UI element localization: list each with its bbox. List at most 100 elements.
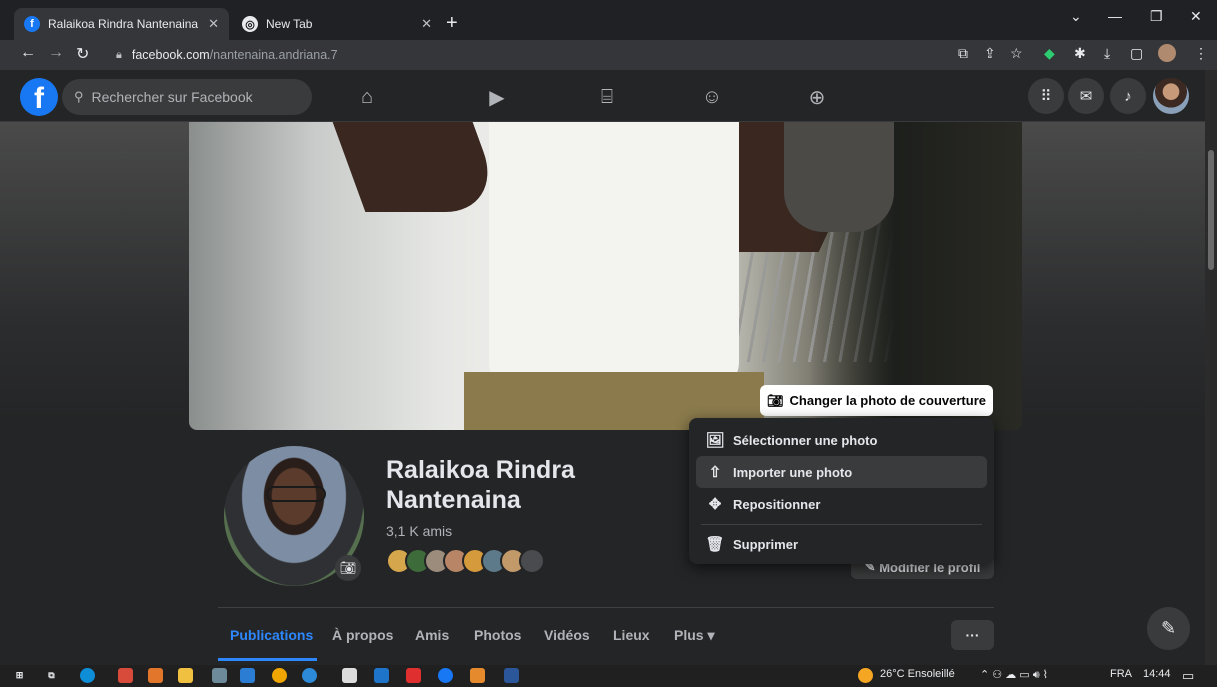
cover-arm bbox=[332, 122, 506, 212]
tab-about[interactable]: À propos bbox=[332, 627, 393, 643]
reload-icon[interactable]: ↻ bbox=[76, 44, 89, 64]
back-icon[interactable]: ← bbox=[20, 44, 36, 62]
file-explorer-icon[interactable] bbox=[178, 668, 193, 683]
cover-bag bbox=[784, 122, 894, 232]
url-path: /nantenaina.andriana.7 bbox=[209, 48, 338, 62]
menu-item-label: Sélectionner une photo bbox=[733, 432, 878, 448]
url-field[interactable]: 🔒︎ facebook.com /nantenaina.andriana.7 bbox=[110, 43, 940, 67]
tab-friends[interactable]: Amis bbox=[415, 627, 449, 643]
update-profile-picture-camera-icon[interactable]: 📷︎ bbox=[335, 555, 361, 581]
search-placeholder: Rechercher sur Facebook bbox=[91, 89, 253, 105]
chrome-menu-icon[interactable]: ⋮ bbox=[1194, 45, 1208, 62]
forward-icon[interactable]: → bbox=[48, 44, 64, 62]
tab-title: New Tab bbox=[266, 17, 313, 31]
search-icon: ⚲ bbox=[74, 89, 84, 104]
new-message-icon[interactable]: ✎ bbox=[1147, 607, 1190, 650]
download-icon[interactable]: ⤓ bbox=[1104, 45, 1110, 62]
app-icon[interactable] bbox=[118, 668, 133, 683]
move-icon: ✥ bbox=[708, 496, 722, 513]
change-cover-button[interactable]: 📷︎ Changer la photo de couverture bbox=[760, 385, 993, 416]
app-icon[interactable] bbox=[148, 668, 163, 683]
watch-icon[interactable]: ▶ bbox=[483, 84, 511, 110]
chrome-taskbar-icon[interactable] bbox=[272, 668, 287, 683]
profile-avatar-icon[interactable] bbox=[1158, 44, 1176, 62]
menu-item-label: Supprimer bbox=[733, 536, 799, 552]
account-avatar[interactable] bbox=[1153, 78, 1189, 114]
messenger-icon[interactable]: ✉ bbox=[1068, 78, 1104, 114]
active-tab-indicator bbox=[218, 658, 317, 661]
notifications-bell-icon[interactable]: ♪ bbox=[1110, 78, 1146, 114]
menu-item-upload-photo[interactable]: ⇧ Importer une photo bbox=[696, 456, 987, 488]
friend-avatar[interactable] bbox=[519, 548, 545, 574]
maximize-button[interactable]: ❐ bbox=[1150, 8, 1163, 25]
menu-item-label: Repositionner bbox=[733, 496, 821, 512]
tab-title: Ralaikoa Rindra Nantenaina | Fac bbox=[48, 17, 202, 31]
task-view-icon[interactable]: ⧉ bbox=[44, 668, 59, 683]
app-icon[interactable] bbox=[212, 668, 227, 683]
weather-text[interactable]: 26°C Ensoleillé bbox=[880, 668, 955, 680]
change-cover-label: Changer la photo de couverture bbox=[789, 393, 986, 408]
windows-start-icon[interactable]: ⊞ bbox=[12, 668, 27, 683]
bookmark-star-icon[interactable]: ☆ bbox=[1010, 45, 1023, 62]
page-scrollbar[interactable] bbox=[1205, 70, 1217, 665]
search-input[interactable]: ⚲ Rechercher sur Facebook bbox=[62, 79, 312, 115]
menu-grid-icon[interactable]: ⠿ bbox=[1028, 78, 1064, 114]
app-icon[interactable] bbox=[470, 668, 485, 683]
more-options-button[interactable]: ··· bbox=[951, 620, 994, 650]
weather-sun-icon[interactable] bbox=[858, 668, 873, 683]
browser-tab-newtab[interactable]: ◎ New Tab ✕ bbox=[232, 8, 442, 40]
tab-more[interactable]: Plus ▾ bbox=[674, 627, 714, 644]
notification-center-icon[interactable]: ▭ bbox=[1182, 668, 1194, 684]
share-icon[interactable]: ⇪ bbox=[984, 45, 996, 62]
browser-tab-facebook[interactable]: f Ralaikoa Rindra Nantenaina | Fac ✕ bbox=[14, 8, 229, 40]
tray-icons[interactable]: ⌃ ⚇ ☁ ▭ 🔊︎ ⌇ bbox=[980, 668, 1048, 682]
gaming-icon[interactable]: ⊕ bbox=[803, 84, 831, 110]
tab-publications[interactable]: Publications bbox=[230, 627, 313, 643]
upload-icon: ⇧ bbox=[708, 464, 722, 481]
extensions-puzzle-icon[interactable]: ✱ bbox=[1074, 45, 1086, 62]
outlook-icon[interactable] bbox=[374, 668, 389, 683]
clock[interactable]: 14:44 bbox=[1143, 668, 1171, 680]
home-icon[interactable]: ⌂ bbox=[353, 84, 381, 110]
tab-places[interactable]: Lieux bbox=[613, 627, 650, 643]
profile-divider bbox=[218, 607, 994, 608]
tab-search-icon[interactable]: ⌄ bbox=[1070, 8, 1082, 25]
side-panel-icon[interactable]: ▢ bbox=[1130, 45, 1143, 62]
menu-item-reposition[interactable]: ✥ Repositionner bbox=[696, 488, 987, 520]
facebook-logo-icon[interactable]: f bbox=[20, 78, 58, 116]
scrollbar-thumb[interactable] bbox=[1208, 150, 1214, 270]
app-icon[interactable] bbox=[302, 668, 317, 683]
youtube-icon[interactable] bbox=[406, 668, 421, 683]
tab-photos[interactable]: Photos bbox=[474, 627, 521, 643]
photo-select-icon: 🖼︎ bbox=[705, 432, 725, 449]
facebook-taskbar-icon[interactable] bbox=[438, 668, 453, 683]
facebook-favicon-icon: f bbox=[24, 16, 40, 32]
friends-count[interactable]: 3,1 K amis bbox=[386, 523, 452, 539]
translate-icon[interactable]: ⧉ bbox=[958, 45, 968, 62]
trash-icon: 🗑︎ bbox=[705, 536, 725, 553]
profile-name: Ralaikoa Rindra Nantenaina bbox=[386, 456, 575, 514]
menu-divider bbox=[701, 524, 982, 525]
url-domain: facebook.com bbox=[131, 48, 210, 62]
menu-item-delete[interactable]: 🗑︎ Supprimer bbox=[696, 528, 987, 560]
lock-icon: 🔒︎ bbox=[116, 48, 122, 61]
language-indicator[interactable]: FRA bbox=[1110, 668, 1132, 680]
extension-icon[interactable]: ◆ bbox=[1044, 45, 1055, 62]
word-icon[interactable] bbox=[504, 668, 519, 683]
marketplace-icon[interactable]: ⌸ bbox=[593, 84, 621, 110]
camera-icon: 📷︎ bbox=[767, 392, 784, 408]
new-tab-button[interactable]: + bbox=[446, 12, 458, 35]
profile-picture-glasses bbox=[266, 486, 326, 502]
tab-videos[interactable]: Vidéos bbox=[544, 627, 590, 643]
app-icon[interactable] bbox=[342, 668, 357, 683]
groups-icon[interactable]: ☺ bbox=[698, 84, 726, 110]
cover-shirt bbox=[489, 122, 739, 392]
close-window-button[interactable]: ✕ bbox=[1190, 8, 1202, 25]
edge-icon[interactable] bbox=[80, 668, 95, 683]
vscode-icon[interactable] bbox=[240, 668, 255, 683]
cover-photo[interactable] bbox=[189, 122, 1022, 430]
minimize-button[interactable]: — bbox=[1108, 8, 1122, 24]
close-tab-icon[interactable]: ✕ bbox=[421, 16, 432, 32]
menu-item-select-photo[interactable]: 🖼︎ Sélectionner une photo bbox=[696, 424, 987, 456]
close-tab-icon[interactable]: ✕ bbox=[208, 16, 219, 32]
